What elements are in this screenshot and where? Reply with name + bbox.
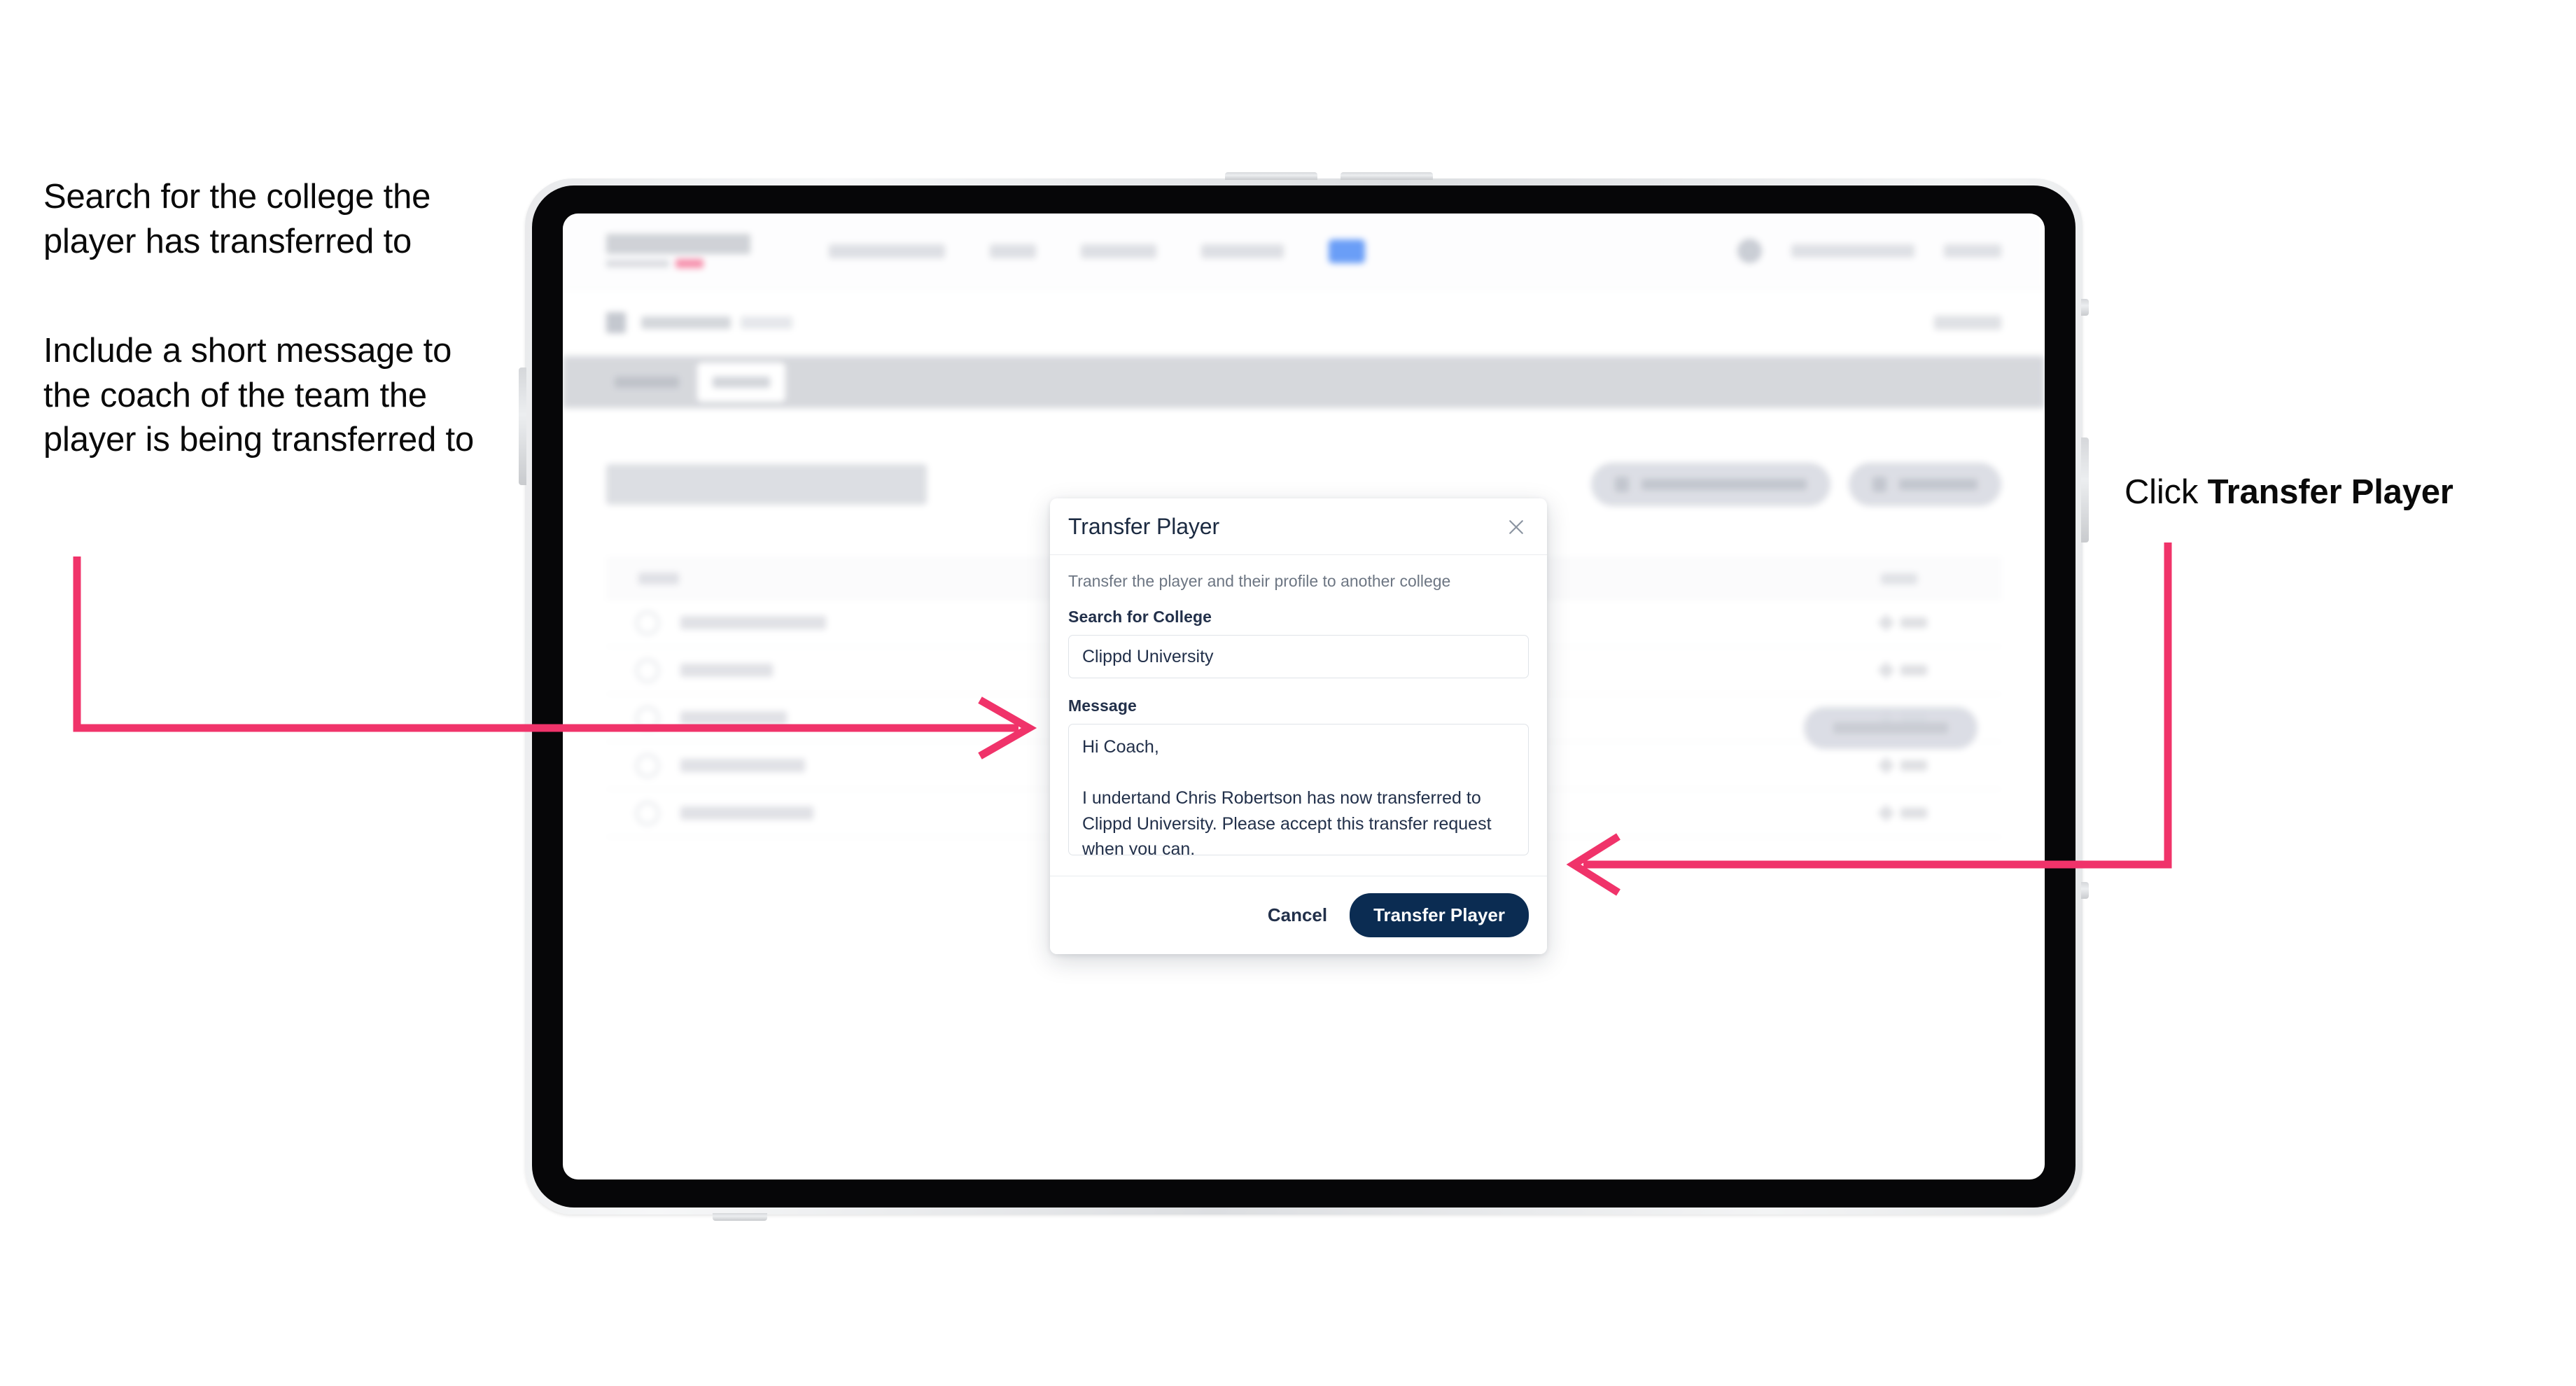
roster-action-buttons [1591, 463, 2001, 506]
breadcrumb-team-name [641, 316, 731, 329]
app-logo[interactable] [606, 234, 750, 268]
field-spacer [1068, 678, 1529, 696]
row-edit-link[interactable] [1877, 614, 1927, 631]
top-nav-items [829, 239, 1365, 263]
row-edit-label [1900, 760, 1927, 771]
column-header-edit [1881, 573, 1917, 584]
pencil-icon [1877, 804, 1895, 822]
device-power-button [2081, 438, 2089, 542]
save-and-continue-label [1833, 722, 1948, 734]
tab-details[interactable] [602, 363, 692, 402]
row-avatar [636, 610, 659, 635]
device-bottom-connector [713, 1213, 767, 1221]
row-edit-link[interactable] [1877, 662, 1927, 679]
device-right-antenna-top [2081, 299, 2089, 316]
annotation-click-transfer-player: Click Transfer Player [2124, 470, 2558, 515]
annotation-right-prefix: Click [2124, 473, 2208, 511]
logo-tagline [606, 259, 750, 268]
plus-icon [1872, 477, 1886, 492]
modal-footer: Cancel Transfer Player [1050, 876, 1547, 954]
app-top-navigation-bar [563, 214, 2045, 289]
row-avatar [636, 753, 659, 778]
row-player-name [680, 711, 787, 724]
row-edit-link[interactable] [1877, 757, 1927, 774]
nav-item-analytics-plus[interactable] [1201, 244, 1284, 258]
pencil-icon [1877, 662, 1895, 679]
modal-body: Transfer the player and their profile to… [1050, 555, 1547, 876]
modal-header: Transfer Player [1050, 498, 1547, 555]
message-field-label: Message [1068, 696, 1137, 715]
device-volume-up-button [1225, 172, 1317, 180]
nav-item-teams[interactable] [990, 244, 1036, 258]
row-player-name [680, 664, 773, 677]
breadcrumb-subtitle [741, 316, 792, 329]
row-edit-label [1900, 617, 1927, 628]
app-breadcrumb-bar [563, 289, 2045, 356]
account-email-label [1791, 244, 1914, 258]
request-player-transfer-label [1642, 479, 1807, 490]
modal-description: Transfer the player and their profile to… [1068, 572, 1451, 590]
transfer-player-submit-button[interactable]: Transfer Player [1350, 893, 1529, 937]
row-edit-label [1900, 665, 1927, 676]
device-volume-down-button [1340, 172, 1433, 180]
request-player-transfer-button[interactable] [1591, 463, 1830, 506]
row-avatar [636, 801, 659, 825]
page-title-update-roster [606, 464, 927, 505]
add-player-label [1899, 479, 1977, 490]
tab-details-label [615, 377, 679, 388]
tab-roster[interactable] [697, 363, 785, 402]
device-left-side-connector [519, 368, 526, 485]
annotation-search-college: Search for the college the player has tr… [43, 178, 431, 260]
row-player-name [680, 759, 805, 772]
cancel-button[interactable]: Cancel [1264, 899, 1331, 932]
row-edit-label [1900, 808, 1927, 818]
device-right-antenna-bottom [2081, 882, 2089, 899]
transfer-player-modal: Transfer Player Transfer the player and … [1050, 498, 1547, 954]
nav-item-tournaments[interactable] [829, 244, 945, 258]
nav-item-account-active[interactable] [1329, 239, 1365, 263]
top-bar-account-area [1737, 239, 2001, 263]
tab-roster-label [713, 377, 770, 388]
college-field-label: Search for College [1068, 608, 1212, 626]
row-player-name [680, 616, 826, 629]
breadcrumb-team-icon [606, 312, 626, 333]
screenshot-canvas: Search for the college the player has tr… [0, 0, 2576, 1386]
logo-tagline-text [606, 260, 669, 267]
transfer-icon [1615, 477, 1629, 492]
avatar[interactable] [1737, 239, 1762, 263]
logo-wordmark [606, 234, 750, 254]
pencil-icon [1877, 614, 1895, 631]
close-icon[interactable] [1504, 514, 1529, 540]
row-avatar [636, 706, 659, 730]
column-header-name [638, 573, 679, 584]
logo-brand-badge [676, 259, 704, 268]
sign-out-button[interactable] [1944, 244, 2001, 258]
annotation-include-message: Include a short message to the coach of … [43, 332, 474, 459]
message-textarea[interactable]: Hi Coach, I undertand Chris Robertson ha… [1068, 724, 1529, 855]
row-player-name [680, 806, 813, 820]
modal-title: Transfer Player [1068, 514, 1220, 539]
save-and-continue-button[interactable] [1804, 707, 1977, 749]
row-avatar [636, 658, 659, 682]
add-player-button[interactable] [1849, 463, 2001, 506]
app-tab-bar [563, 356, 2045, 408]
pencil-icon [1877, 757, 1895, 774]
search-college-input[interactable] [1068, 635, 1529, 678]
row-edit-link[interactable] [1877, 804, 1927, 822]
nav-item-analytics[interactable] [1081, 244, 1156, 258]
breadcrumb-cancel-action[interactable] [1934, 315, 2001, 330]
annotation-right-emphasis: Transfer Player [2207, 473, 2454, 511]
